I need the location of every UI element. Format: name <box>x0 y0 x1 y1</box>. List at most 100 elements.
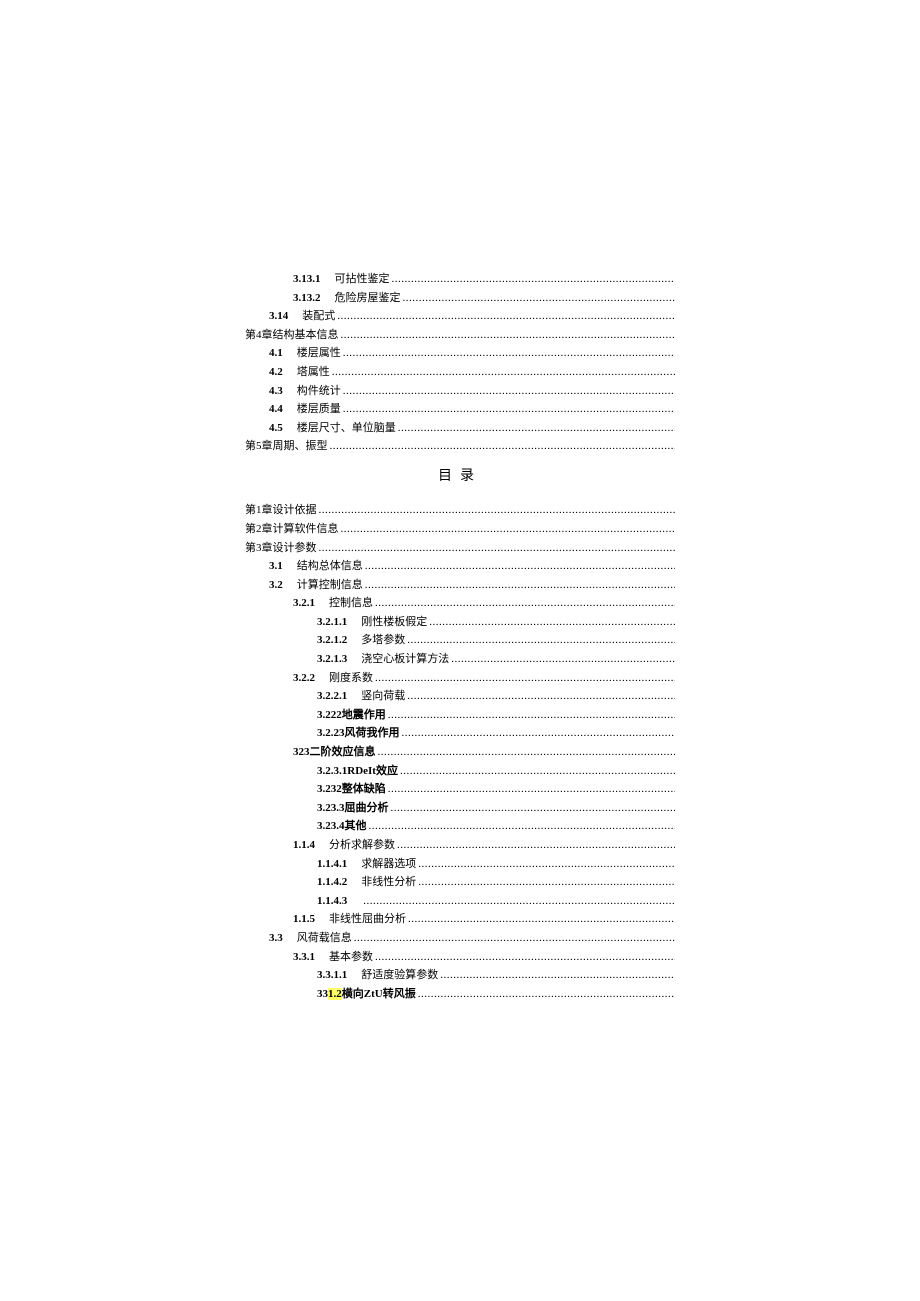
toc-label: 3.23.3屈曲分析 <box>317 800 389 818</box>
toc-label: 可拈性鉴定 <box>335 271 390 289</box>
toc-entry: 第4章结构基本信息 <box>245 327 675 345</box>
toc-number: 4.2 <box>269 364 283 382</box>
toc-label: 第1章设计依据 <box>245 502 317 520</box>
toc-number: 4.4 <box>269 401 283 419</box>
toc-number: 3.2.2 <box>293 670 315 688</box>
toc-heading: 目录 <box>245 466 675 488</box>
toc-number: 1.1.4 <box>293 837 315 855</box>
toc-label: 求解器选项 <box>361 856 416 874</box>
dot-leader <box>354 930 675 941</box>
toc-label: 非线性分析 <box>361 874 416 892</box>
toc-label: 控制信息 <box>329 595 373 613</box>
toc-entry: 3.2.1.2多塔参数 <box>245 632 675 650</box>
toc-entry: 3.2.3.1RDeIt效应 <box>245 763 675 781</box>
toc-entry: 3.232整体缺陷 <box>245 781 675 799</box>
toc-number: 3.14 <box>269 308 288 326</box>
dot-leader <box>451 651 675 662</box>
toc-number: 3.2.1.3 <box>317 651 347 669</box>
toc-block-2: 第1章设计依据第2章计算软件信息第3章设计参数3.1结构总体信息3.2计算控制信… <box>245 502 675 1003</box>
toc-label: 刚度系数 <box>329 670 373 688</box>
toc-entry: 3.3.1.1舒适度验算参数 <box>245 967 675 985</box>
dot-leader <box>375 670 675 681</box>
toc-entry: 1.1.4 分析求解参数 <box>245 837 675 855</box>
toc-number: 3.2.1.1 <box>317 614 347 632</box>
toc-number: 1.1.4.3 <box>317 893 347 911</box>
dot-leader <box>398 420 675 431</box>
toc-number: 3.2.1 <box>293 595 315 613</box>
toc-label: 多塔参数 <box>361 632 405 650</box>
toc-number: 1.1.5 <box>293 911 315 929</box>
toc-label: 基本参数 <box>329 949 373 967</box>
dot-leader <box>418 986 675 997</box>
dot-leader <box>363 893 675 904</box>
toc-label: 3.2.3.1RDeIt效应 <box>317 763 398 781</box>
toc-entry: 4.2 塔属性 <box>245 364 675 382</box>
toc-entry: 3.3风荷载信息 <box>245 930 675 948</box>
toc-entry: 3.2.23风荷我作用 <box>245 725 675 743</box>
toc-entry: 331.2横向ZtU转风振 <box>245 986 675 1004</box>
toc-number: 3.2 <box>269 577 283 595</box>
dot-leader <box>343 345 675 356</box>
dot-leader <box>402 725 676 736</box>
toc-label: 结构总体信息 <box>297 558 363 576</box>
toc-number: 1.1.4.2 <box>317 874 347 892</box>
document-page: 3.13.1可拈性鉴定3.13.2危险房屋鉴定3.14装配式第4章结构基本信息4… <box>0 0 920 1084</box>
dot-leader <box>429 614 675 625</box>
dot-leader <box>391 800 676 811</box>
dot-leader <box>330 438 676 449</box>
toc-entry: 3.2.1.1 刚性楼板假定 <box>245 614 675 632</box>
toc-label: 3.222地震作用 <box>317 707 386 725</box>
toc-label: 非线性屈曲分析 <box>329 911 406 929</box>
toc-label: 浇空心板计算方法 <box>361 651 449 669</box>
dot-leader <box>332 364 675 375</box>
toc-label: 横向ZtU转风振 <box>342 986 416 1004</box>
toc-entry: 3.2.1 控制信息 <box>245 595 675 613</box>
dot-leader <box>375 949 675 960</box>
toc-number: 4.5 <box>269 420 283 438</box>
toc-entry: 1.1.4.3 <box>245 893 675 911</box>
toc-label: 舒适度验算参数 <box>361 967 438 985</box>
toc-label: 第2章计算软件信息 <box>245 521 339 539</box>
dot-leader <box>388 781 675 792</box>
toc-label: 刚性楼板假定 <box>361 614 427 632</box>
dot-leader <box>407 688 675 699</box>
dot-leader <box>400 763 675 774</box>
toc-entry: 3.13.2危险房屋鉴定 <box>245 290 675 308</box>
toc-label: 3.2.23风荷我作用 <box>317 725 400 743</box>
toc-number: 3.13.2 <box>293 290 321 308</box>
toc-entry: 1.1.5 非线性屈曲分析 <box>245 911 675 929</box>
toc-entry: 3.23.4其他 <box>245 818 675 836</box>
dot-leader <box>341 327 676 338</box>
dot-leader <box>343 383 675 394</box>
toc-label: 塔属性 <box>297 364 330 382</box>
dot-leader <box>337 308 675 319</box>
dot-leader <box>378 744 676 755</box>
toc-entry: 3.13.1可拈性鉴定 <box>245 271 675 289</box>
dot-leader <box>341 521 676 532</box>
dot-leader <box>319 502 676 513</box>
toc-entry: 第5章周期、振型 <box>245 438 675 456</box>
toc-entry: 3.2.2.1竖向荷载 <box>245 688 675 706</box>
dot-leader <box>407 632 675 643</box>
toc-number: 4.1 <box>269 345 283 363</box>
toc-entry: 3.23.3屈曲分析 <box>245 800 675 818</box>
dot-leader <box>397 837 675 848</box>
dot-leader <box>392 271 676 282</box>
dot-leader <box>343 401 675 412</box>
dot-leader <box>369 818 676 829</box>
toc-entry: 第1章设计依据 <box>245 502 675 520</box>
toc-entry: 3.3.1基本参数 <box>245 949 675 967</box>
toc-block-1: 3.13.1可拈性鉴定3.13.2危险房屋鉴定3.14装配式第4章结构基本信息4… <box>245 271 675 456</box>
dot-leader <box>418 874 675 885</box>
toc-label: 竖向荷载 <box>361 688 405 706</box>
toc-label: 分析求解参数 <box>329 837 395 855</box>
toc-entry: 323二阶效应信息 <box>245 744 675 762</box>
toc-entry: 4.5楼层尺寸、单位脑量 <box>245 420 675 438</box>
dot-leader <box>319 540 676 551</box>
toc-label: 构件统计 <box>297 383 341 401</box>
toc-number: 331.2 <box>317 986 342 1004</box>
toc-label: 3.23.4其他 <box>317 818 367 836</box>
toc-entry: 3.2.1.3 浇空心板计算方法 <box>245 651 675 669</box>
toc-label: 计算控制信息 <box>297 577 363 595</box>
dot-leader <box>365 558 675 569</box>
